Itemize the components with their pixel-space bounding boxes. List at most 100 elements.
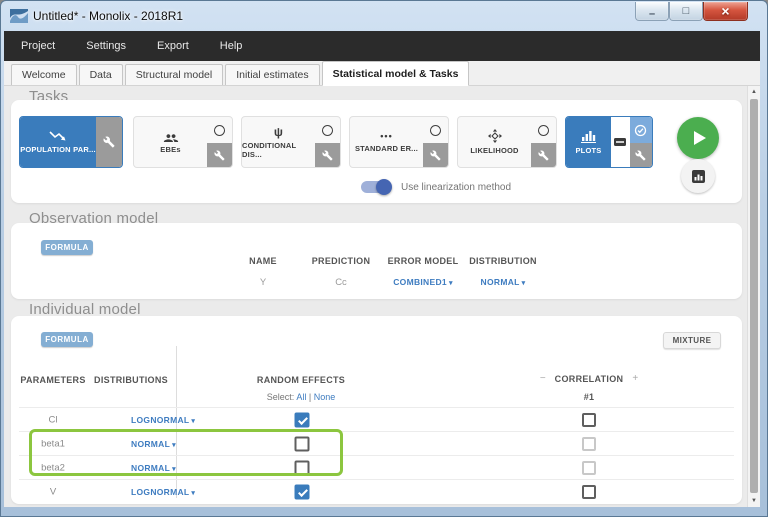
individual-formula-button[interactable]: FORMULA [41,332,93,347]
correlation-checkbox[interactable] [582,485,596,499]
select-none-link[interactable]: None [314,392,336,402]
parameter-name: beta1 [41,438,65,449]
tab-data[interactable]: Data [79,64,123,85]
results-button[interactable] [681,159,715,193]
plots-selection-button[interactable] [611,117,630,167]
error-model-dropdown[interactable]: COMBINED1▾ [393,277,453,287]
wrench-icon [103,136,115,148]
parameter-name: V [50,486,56,497]
ebes-people-icon [163,131,179,142]
tab-welcome[interactable]: Welcome [11,64,77,85]
close-button[interactable]: × [703,2,748,21]
task-standard-errors[interactable]: ••• STANDARD ER... [349,116,449,168]
maximize-button[interactable]: □ [669,2,703,21]
wrench-icon [322,150,333,161]
obs-header-distribution: DISTRIBUTION [469,256,537,266]
wrench-icon [214,150,225,161]
likelihood-settings-button[interactable] [531,143,556,167]
random-effect-checkbox[interactable] [295,436,310,451]
maximize-icon: □ [683,6,690,17]
ebes-settings-button[interactable] [207,143,232,167]
parameter-row-beta2: beta2 NORMAL▾ [19,455,734,479]
conditional-distribution-icon: ψ [274,126,283,138]
distribution-dropdown[interactable]: LOGNORMAL▾ [131,487,195,497]
title-bar: Untitled* - Monolix - 2018R1 – □ × [1,1,768,31]
wrench-icon [430,150,441,161]
menu-help[interactable]: Help [220,40,243,52]
likelihood-icon [488,129,502,143]
monolix-window: Untitled* - Monolix - 2018R1 – □ × Proje… [0,0,768,517]
standard-errors-radio[interactable] [430,125,441,136]
menu-bar: Project Settings Export Help [4,31,760,61]
standard-errors-icon: ••• [380,132,392,141]
population-parameters-settings-button[interactable] [96,117,122,167]
plots-list-icon [614,138,626,146]
observation-formula-button[interactable]: FORMULA [41,240,93,255]
distribution-dropdown[interactable]: NORMAL▾ [131,463,176,473]
correlation-checkbox[interactable] [582,413,596,427]
random-effects-select-row: Select: All | None [267,392,335,402]
tab-structural-model[interactable]: Structural model [125,64,223,85]
scroll-down-icon[interactable]: ▼ [748,498,760,504]
parameter-name: beta2 [41,462,65,473]
obs-value-name: Y [260,277,266,288]
scroll-up-icon[interactable]: ▲ [748,89,760,95]
obs-value-prediction: Cc [335,277,347,288]
tab-statistical-model-tasks[interactable]: Statistical model & Tasks [322,61,470,86]
conditional-distribution-settings-button[interactable] [315,143,340,167]
select-all-link[interactable]: All [296,392,306,402]
task-plots[interactable]: PLOTS [565,116,653,168]
conditional-distribution-radio[interactable] [322,125,333,136]
obs-header-name: NAME [249,256,277,266]
menu-export[interactable]: Export [157,40,189,52]
random-effect-checkbox[interactable] [295,460,310,475]
menu-settings[interactable]: Settings [86,40,126,52]
monolix-app-icon [10,9,28,23]
chevron-down-icon: ▾ [191,418,195,425]
scrollbar-thumb[interactable] [750,99,758,493]
play-icon [694,131,706,145]
chevron-down-icon: ▾ [191,490,195,497]
check-circle-icon [634,124,647,137]
plots-settings-button[interactable] [630,143,652,167]
run-button[interactable] [677,117,719,159]
chevron-down-icon: ▾ [449,280,453,287]
parameter-row-cl: Cl LOGNORMAL▾ [19,407,734,431]
distribution-dropdown[interactable]: NORMAL▾ [131,439,176,449]
parameter-name: Cl [49,414,58,425]
parameter-row-v: V LOGNORMAL▾ [19,479,734,503]
vertical-scrollbar[interactable]: ▲ ▼ [747,86,760,507]
ind-header-parameters: PARAMETERS [20,375,85,385]
results-chart-icon [692,170,705,183]
task-conditional-distribution[interactable]: ψ CONDITIONAL DIS... [241,116,341,168]
chevron-down-icon: ▾ [172,442,176,449]
close-icon: × [721,4,729,18]
likelihood-radio[interactable] [538,125,549,136]
chevron-down-icon: ▾ [522,280,526,287]
correlation-checkbox [582,461,596,475]
population-parameters-icon [49,130,67,142]
task-likelihood[interactable]: LIKELIHOOD [457,116,557,168]
correlation-add-button[interactable]: + [632,373,638,384]
task-population-parameters[interactable]: POPULATION PAR... [19,116,123,168]
plots-select-all-button[interactable] [630,117,652,143]
random-effect-checkbox[interactable] [295,412,310,427]
plots-chart-icon [581,130,597,143]
ind-header-correlation: − CORRELATION + [540,373,638,384]
obs-distribution-dropdown[interactable]: NORMAL▾ [481,277,526,287]
random-effect-checkbox[interactable] [295,484,310,499]
correlation-group-label: #1 [584,392,595,402]
minimize-button[interactable]: – [635,2,669,21]
distribution-dropdown[interactable]: LOGNORMAL▾ [131,415,195,425]
task-ebes[interactable]: EBEs [133,116,233,168]
correlation-remove-button[interactable]: − [540,373,546,384]
standard-errors-settings-button[interactable] [423,143,448,167]
wrench-icon [635,150,646,161]
observation-model-card [11,223,742,299]
ind-header-random-effects: RANDOM EFFECTS [257,375,345,385]
linearization-toggle[interactable] [361,181,391,193]
tab-initial-estimates[interactable]: Initial estimates [225,64,319,85]
mixture-button[interactable]: MIXTURE [663,332,721,349]
ebes-radio[interactable] [214,125,225,136]
menu-project[interactable]: Project [21,40,55,52]
